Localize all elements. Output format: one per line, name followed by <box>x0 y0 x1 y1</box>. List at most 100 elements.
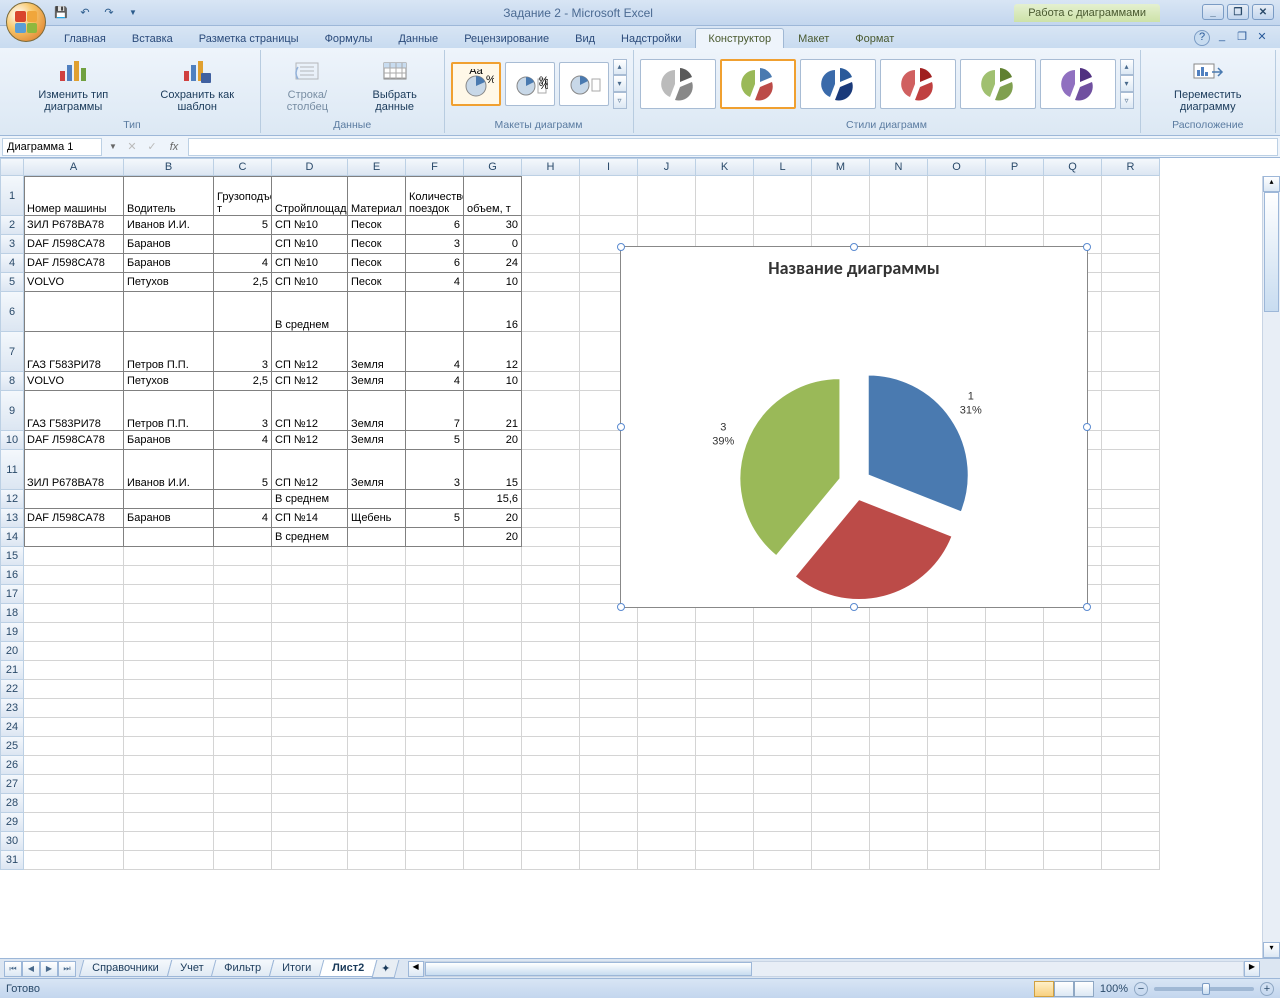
cell[interactable] <box>214 832 272 851</box>
cell[interactable] <box>522 699 580 718</box>
cell[interactable]: 6 <box>406 216 464 235</box>
cell[interactable] <box>1102 273 1160 292</box>
cell[interactable] <box>928 642 986 661</box>
ribbon-tab[interactable]: Данные <box>386 29 450 48</box>
row-header[interactable]: 8 <box>0 372 24 391</box>
office-button[interactable] <box>6 2 46 42</box>
chart-style-6[interactable] <box>1040 59 1116 109</box>
cell[interactable]: Петров П.П. <box>124 332 214 372</box>
cell[interactable] <box>1102 254 1160 273</box>
cell[interactable]: Иванов И.И. <box>124 450 214 490</box>
cell[interactable] <box>464 737 522 756</box>
cell[interactable] <box>928 756 986 775</box>
cell[interactable] <box>272 737 348 756</box>
formula-bar[interactable] <box>188 138 1278 156</box>
cell[interactable] <box>928 737 986 756</box>
cell[interactable] <box>812 832 870 851</box>
cell[interactable] <box>272 699 348 718</box>
cell[interactable] <box>272 718 348 737</box>
cell[interactable]: 15,6 <box>464 490 522 509</box>
cell[interactable] <box>580 737 638 756</box>
cell[interactable] <box>1102 699 1160 718</box>
vertical-scrollbar[interactable]: ▴ ▾ <box>1262 176 1280 958</box>
zoom-level[interactable]: 100% <box>1100 983 1128 995</box>
cell[interactable] <box>754 642 812 661</box>
cell[interactable] <box>696 718 754 737</box>
cell[interactable] <box>522 254 580 273</box>
cell[interactable] <box>870 642 928 661</box>
cell[interactable] <box>754 794 812 813</box>
cell[interactable] <box>348 566 406 585</box>
cell[interactable] <box>272 661 348 680</box>
cell[interactable] <box>1102 661 1160 680</box>
cell[interactable] <box>1044 794 1102 813</box>
cell[interactable] <box>1044 813 1102 832</box>
cell[interactable] <box>580 794 638 813</box>
cell[interactable] <box>522 216 580 235</box>
cell[interactable] <box>638 176 696 216</box>
cell[interactable] <box>348 623 406 642</box>
cell[interactable] <box>214 813 272 832</box>
view-page-layout-button[interactable] <box>1054 981 1074 997</box>
cell[interactable]: 16 <box>464 292 522 332</box>
cell[interactable] <box>272 566 348 585</box>
cell[interactable]: 5 <box>214 216 272 235</box>
cell[interactable] <box>214 235 272 254</box>
row-header[interactable]: 18 <box>0 604 24 623</box>
column-header[interactable]: K <box>696 158 754 176</box>
cell[interactable] <box>464 585 522 604</box>
cell[interactable] <box>348 585 406 604</box>
cell[interactable] <box>928 176 986 216</box>
column-header[interactable]: Q <box>1044 158 1102 176</box>
cell[interactable]: Щебень <box>348 509 406 528</box>
cell[interactable] <box>24 794 124 813</box>
cell[interactable] <box>214 604 272 623</box>
cell[interactable]: 5 <box>406 509 464 528</box>
move-chart-button[interactable]: Переместить диаграмму <box>1147 53 1269 115</box>
cell[interactable] <box>124 566 214 585</box>
cell[interactable]: Песок <box>348 235 406 254</box>
cell[interactable] <box>986 642 1044 661</box>
layout-gallery-spinner[interactable]: ▴▾▿ <box>613 59 627 109</box>
cell[interactable] <box>464 794 522 813</box>
cell[interactable] <box>1102 813 1160 832</box>
cell[interactable] <box>124 813 214 832</box>
cell[interactable] <box>1102 775 1160 794</box>
cell[interactable]: Номер машины <box>24 176 124 216</box>
cell[interactable] <box>638 216 696 235</box>
cell[interactable]: DAF Л598СА78 <box>24 431 124 450</box>
cell[interactable] <box>24 292 124 332</box>
cell[interactable]: Земля <box>348 391 406 431</box>
doc-restore-icon[interactable]: ❐ <box>1234 30 1250 46</box>
cell[interactable] <box>638 775 696 794</box>
cell[interactable] <box>348 661 406 680</box>
cell[interactable] <box>1044 642 1102 661</box>
cell[interactable] <box>638 794 696 813</box>
cell[interactable] <box>348 292 406 332</box>
chart-object[interactable]: Название диаграммы 131%230%339% <box>620 246 1088 608</box>
cell[interactable] <box>214 292 272 332</box>
cell[interactable] <box>580 699 638 718</box>
close-button[interactable]: ✕ <box>1252 4 1274 20</box>
row-header[interactable]: 3 <box>0 235 24 254</box>
cell[interactable] <box>812 756 870 775</box>
cell[interactable] <box>580 176 638 216</box>
cell[interactable]: 10 <box>464 273 522 292</box>
cell[interactable] <box>638 737 696 756</box>
cell[interactable] <box>696 832 754 851</box>
cell[interactable]: Земля <box>348 450 406 490</box>
cell[interactable] <box>24 832 124 851</box>
chart-style-2[interactable] <box>720 59 796 109</box>
cell[interactable]: 30 <box>464 216 522 235</box>
cell[interactable] <box>348 604 406 623</box>
cell[interactable] <box>406 813 464 832</box>
cell[interactable] <box>986 176 1044 216</box>
row-header[interactable]: 10 <box>0 431 24 450</box>
cell[interactable] <box>812 216 870 235</box>
cell[interactable] <box>812 851 870 870</box>
cell[interactable] <box>348 718 406 737</box>
column-header[interactable]: J <box>638 158 696 176</box>
cell[interactable] <box>928 718 986 737</box>
cell[interactable] <box>272 832 348 851</box>
cell[interactable] <box>522 794 580 813</box>
